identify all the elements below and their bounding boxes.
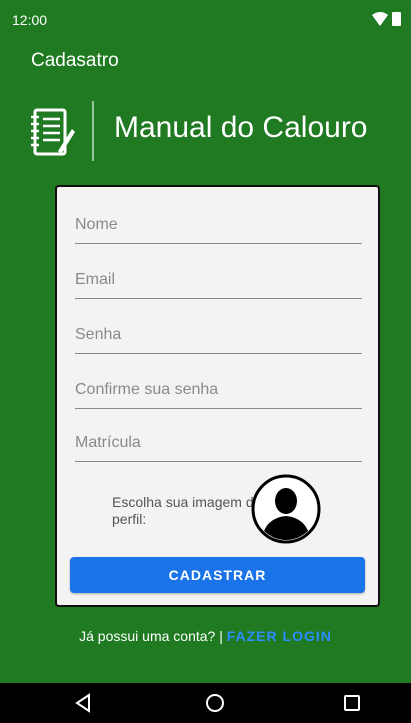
login-question: Já possui uma conta? | — [79, 628, 227, 644]
notebook-icon — [31, 108, 75, 156]
navigation-bar — [0, 683, 411, 723]
password-field-container — [75, 317, 362, 354]
email-field-container — [75, 262, 362, 299]
wifi-icon — [372, 12, 388, 26]
registration-field-container — [75, 425, 362, 462]
name-field-container — [75, 207, 362, 244]
name-input[interactable] — [75, 213, 362, 237]
avatar-icon[interactable] — [251, 474, 321, 544]
registration-card: Escolha sua imagem de perfil: CADASTRAR — [55, 185, 380, 607]
app-title: Cadasatro — [31, 50, 119, 71]
back-icon[interactable] — [72, 691, 96, 715]
status-time: 12:00 — [12, 12, 48, 28]
confirm-password-input[interactable] — [75, 378, 362, 402]
registration-number-input[interactable] — [75, 431, 362, 455]
login-prompt: Já possui uma conta? | FAZER LOGIN — [0, 628, 411, 644]
home-icon[interactable] — [203, 691, 227, 715]
header-title: Manual do Calouro — [114, 111, 368, 144]
battery-icon — [392, 12, 401, 26]
status-icons — [372, 12, 401, 26]
header: Manual do Calouro — [0, 95, 411, 170]
screen: 12:00 Cadasatro Manual do Calouro Nome E… — [0, 0, 411, 723]
app-bar: Cadasatro — [0, 40, 411, 84]
header-divider — [92, 101, 94, 161]
register-button[interactable]: CADASTRAR — [70, 557, 365, 593]
status-bar: 12:00 — [0, 0, 411, 40]
email-input[interactable] — [75, 268, 362, 292]
login-link[interactable]: FAZER LOGIN — [227, 628, 332, 644]
password-input[interactable] — [75, 323, 362, 347]
recent-apps-icon[interactable] — [340, 691, 364, 715]
profile-image-label: Escolha sua imagem de perfil: — [112, 494, 262, 527]
confirm-password-field-container — [75, 372, 362, 409]
